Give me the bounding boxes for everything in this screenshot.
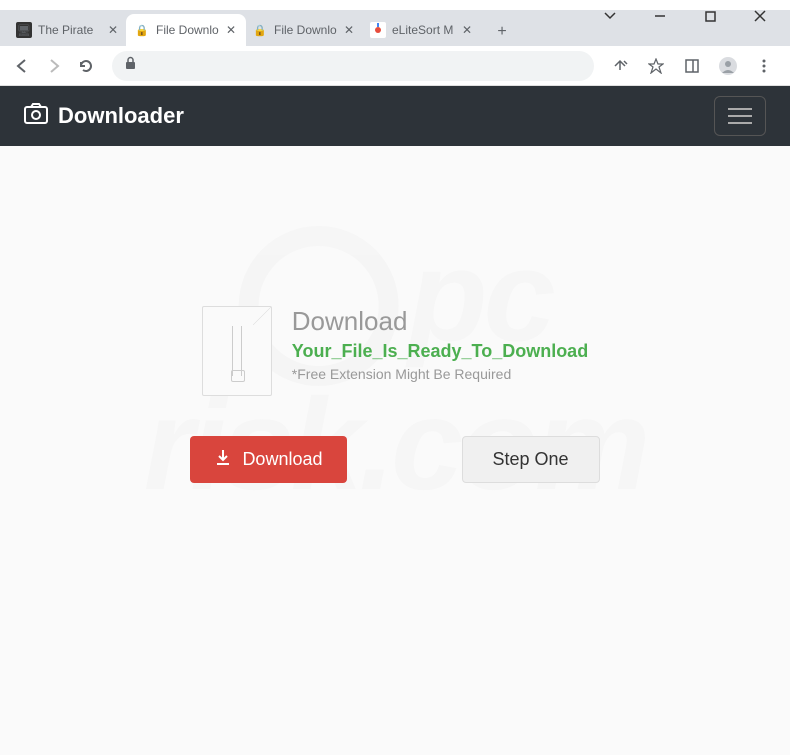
address-input[interactable]	[112, 51, 594, 81]
address-bar	[0, 46, 790, 86]
tab-title: File Downlo	[156, 23, 220, 37]
favicon-icon	[370, 22, 386, 38]
new-tab-button[interactable]: +	[488, 18, 516, 46]
tab-elitesort[interactable]: eLiteSort M ✕	[362, 14, 482, 46]
lock-icon: 🔒	[252, 22, 268, 38]
page-content: Downloader pc risk.com Download Your_Fil…	[0, 86, 790, 755]
note: *Free Extension Might Be Required	[292, 366, 588, 382]
camera-icon	[24, 102, 48, 130]
brand: Downloader	[24, 102, 184, 130]
download-heading: Download	[292, 306, 588, 337]
download-icon	[214, 448, 232, 471]
back-button[interactable]	[8, 52, 36, 80]
close-button[interactable]	[746, 2, 774, 30]
close-icon[interactable]: ✕	[106, 23, 120, 37]
lock-icon	[124, 56, 137, 75]
maximize-button[interactable]	[696, 2, 724, 30]
close-icon[interactable]: ✕	[460, 23, 474, 37]
tab-pirate[interactable]: 🖥 The Pirate ✕	[8, 14, 128, 46]
tab-file-download[interactable]: 🔒 File Downlo ✕	[244, 14, 364, 46]
tab-title: eLiteSort M	[392, 23, 456, 37]
share-icon[interactable]	[606, 52, 634, 80]
zip-file-icon	[202, 306, 272, 396]
menu-icon[interactable]	[750, 52, 778, 80]
bookmark-icon[interactable]	[642, 52, 670, 80]
tab-title: File Downlo	[274, 23, 338, 37]
lock-icon: 🔒	[134, 22, 150, 38]
step-button-label: Step One	[493, 449, 569, 470]
tab-strip: 🖥 The Pirate ✕ 🔒 File Downlo ✕ 🔒 File Do…	[0, 10, 790, 46]
download-button-label: Download	[242, 449, 322, 470]
filename: Your_File_Is_Ready_To_Download	[292, 341, 588, 362]
favicon-icon: 🖥	[16, 22, 32, 38]
chevron-down-icon[interactable]	[596, 2, 624, 30]
brand-title: Downloader	[58, 103, 184, 129]
download-button[interactable]: Download	[190, 436, 346, 483]
step-one-button[interactable]: Step One	[462, 436, 600, 483]
reload-button[interactable]	[72, 52, 100, 80]
download-box: Download Your_File_Is_Ready_To_Download …	[202, 306, 588, 396]
tab-title: The Pirate	[38, 23, 102, 37]
page-header: Downloader	[0, 86, 790, 146]
profile-icon[interactable]	[714, 52, 742, 80]
close-icon[interactable]: ✕	[342, 23, 356, 37]
forward-button[interactable]	[40, 52, 68, 80]
hamburger-menu[interactable]	[714, 96, 766, 136]
tab-file-download-active[interactable]: 🔒 File Downlo ✕	[126, 14, 246, 46]
close-icon[interactable]: ✕	[224, 23, 238, 37]
panel-icon[interactable]	[678, 52, 706, 80]
minimize-button[interactable]	[646, 2, 674, 30]
